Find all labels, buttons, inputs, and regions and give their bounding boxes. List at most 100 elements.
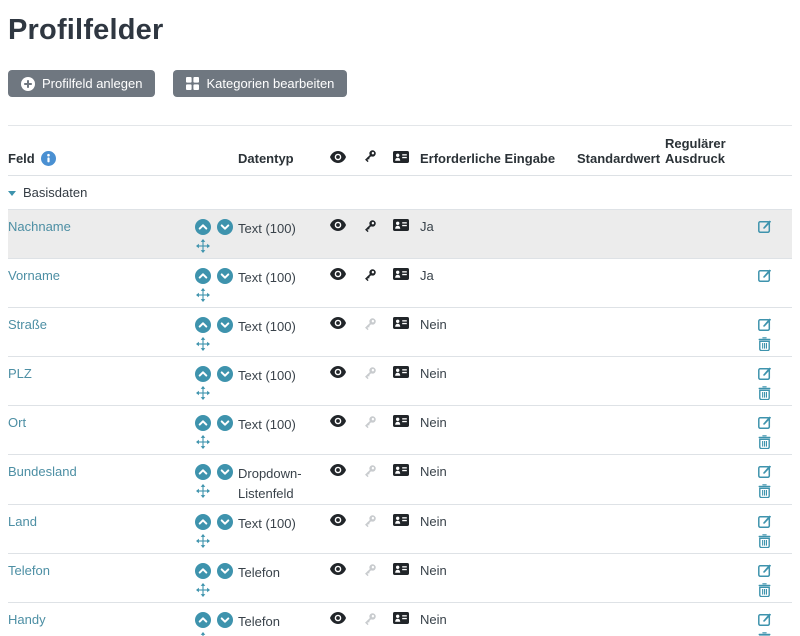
- edit-button[interactable]: [758, 464, 772, 479]
- cell-reorder: [195, 357, 238, 406]
- move-down-button[interactable]: [217, 317, 233, 333]
- cell-feld: Vorname: [8, 259, 195, 308]
- header-arrows: [195, 126, 238, 176]
- address-card-icon: [393, 366, 409, 378]
- field-name-link[interactable]: Vorname: [8, 268, 60, 283]
- drag-move-icon[interactable]: [196, 435, 210, 449]
- move-down-button[interactable]: [217, 415, 233, 431]
- field-name-link[interactable]: Handy: [8, 612, 46, 627]
- cell-reorder: [195, 554, 238, 603]
- delete-button[interactable]: [758, 435, 771, 449]
- create-profile-field-button[interactable]: Profilfeld anlegen: [8, 70, 155, 97]
- edit-categories-button[interactable]: Kategorien bearbeiten: [173, 70, 347, 97]
- delete-button[interactable]: [758, 484, 771, 498]
- move-down-button[interactable]: [217, 219, 233, 235]
- move-down-button[interactable]: [217, 612, 233, 628]
- move-up-button[interactable]: [195, 464, 211, 480]
- move-up-button[interactable]: [195, 268, 211, 284]
- drag-move-icon[interactable]: [196, 337, 210, 351]
- caret-down-icon[interactable]: [8, 191, 16, 196]
- cell-actions: [758, 603, 792, 636]
- edit-button[interactable]: [758, 317, 772, 332]
- table-header-row: Feld Datentyp Erforderliche Eingabe Stan…: [8, 126, 792, 176]
- drag-move-icon[interactable]: [196, 534, 210, 548]
- cell-actions: [758, 308, 792, 357]
- cell-erforderlich: Ja: [420, 259, 577, 308]
- eye-icon: [330, 415, 346, 427]
- drag-move-icon[interactable]: [196, 386, 210, 400]
- drag-move-icon[interactable]: [196, 239, 210, 253]
- cell-card: [393, 357, 420, 406]
- info-icon[interactable]: [41, 151, 56, 166]
- cell-datentyp: Text (100): [238, 357, 330, 406]
- move-up-button[interactable]: [195, 514, 211, 530]
- cell-card: [393, 603, 420, 636]
- field-name-link[interactable]: Straße: [8, 317, 47, 332]
- cell-visible: [330, 554, 363, 603]
- cell-feld: Telefon: [8, 554, 195, 603]
- header-regulaerer-ausdruck: Regulärer Ausdruck: [665, 126, 758, 176]
- eye-icon: [330, 464, 346, 476]
- move-up-button[interactable]: [195, 219, 211, 235]
- edit-button[interactable]: [758, 612, 772, 627]
- key-icon: [363, 563, 377, 577]
- cell-datentyp: Text (100): [238, 308, 330, 357]
- address-card-icon: [393, 612, 409, 624]
- cell-standardwert: [577, 308, 665, 357]
- cell-reorder: [195, 603, 238, 636]
- category-row-basisdaten[interactable]: Basisdaten: [8, 176, 792, 210]
- key-icon: [363, 268, 377, 282]
- key-icon: [363, 415, 377, 429]
- address-card-icon: [393, 219, 409, 231]
- address-card-icon: [393, 464, 409, 476]
- cell-regex: [665, 210, 758, 259]
- edit-button[interactable]: [758, 268, 772, 283]
- move-down-button[interactable]: [217, 366, 233, 382]
- move-down-button[interactable]: [217, 268, 233, 284]
- plus-circle-icon: [21, 77, 35, 91]
- move-down-button[interactable]: [217, 464, 233, 480]
- move-up-button[interactable]: [195, 415, 211, 431]
- header-key: [363, 126, 393, 176]
- cell-key: [363, 554, 393, 603]
- move-down-button[interactable]: [217, 563, 233, 579]
- delete-button[interactable]: [758, 386, 771, 400]
- drag-move-icon[interactable]: [196, 484, 210, 498]
- cell-key: [363, 308, 393, 357]
- edit-button[interactable]: [758, 563, 772, 578]
- move-up-button[interactable]: [195, 563, 211, 579]
- delete-button[interactable]: [758, 534, 771, 548]
- edit-button[interactable]: [758, 366, 772, 381]
- drag-move-icon[interactable]: [196, 583, 210, 597]
- cell-standardwert: [577, 406, 665, 455]
- header-card: [393, 126, 420, 176]
- field-name-link[interactable]: Land: [8, 514, 37, 529]
- cell-feld: Nachname: [8, 210, 195, 259]
- delete-button[interactable]: [758, 337, 771, 351]
- field-name-link[interactable]: Ort: [8, 415, 26, 430]
- field-name-link[interactable]: Telefon: [8, 563, 50, 578]
- edit-button[interactable]: [758, 219, 772, 234]
- move-down-button[interactable]: [217, 514, 233, 530]
- drag-move-icon[interactable]: [196, 632, 210, 636]
- header-erforderliche-eingabe: Erforderliche Eingabe: [420, 126, 577, 176]
- move-up-button[interactable]: [195, 366, 211, 382]
- edit-button[interactable]: [758, 514, 772, 529]
- cell-actions: [758, 406, 792, 455]
- cell-erforderlich: Nein: [420, 554, 577, 603]
- key-icon: [363, 464, 377, 478]
- field-name-link[interactable]: Bundesland: [8, 464, 77, 479]
- field-name-link[interactable]: Nachname: [8, 219, 71, 234]
- delete-button[interactable]: [758, 583, 771, 597]
- edit-button[interactable]: [758, 415, 772, 430]
- cell-reorder: [195, 455, 238, 505]
- header-feld-label: Feld: [8, 151, 35, 166]
- delete-button[interactable]: [758, 632, 771, 636]
- move-up-button[interactable]: [195, 317, 211, 333]
- cell-standardwert: [577, 210, 665, 259]
- field-name-link[interactable]: PLZ: [8, 366, 32, 381]
- cell-standardwert: [577, 357, 665, 406]
- drag-move-icon[interactable]: [196, 288, 210, 302]
- move-up-button[interactable]: [195, 612, 211, 628]
- cell-datentyp: Telefon: [238, 603, 330, 636]
